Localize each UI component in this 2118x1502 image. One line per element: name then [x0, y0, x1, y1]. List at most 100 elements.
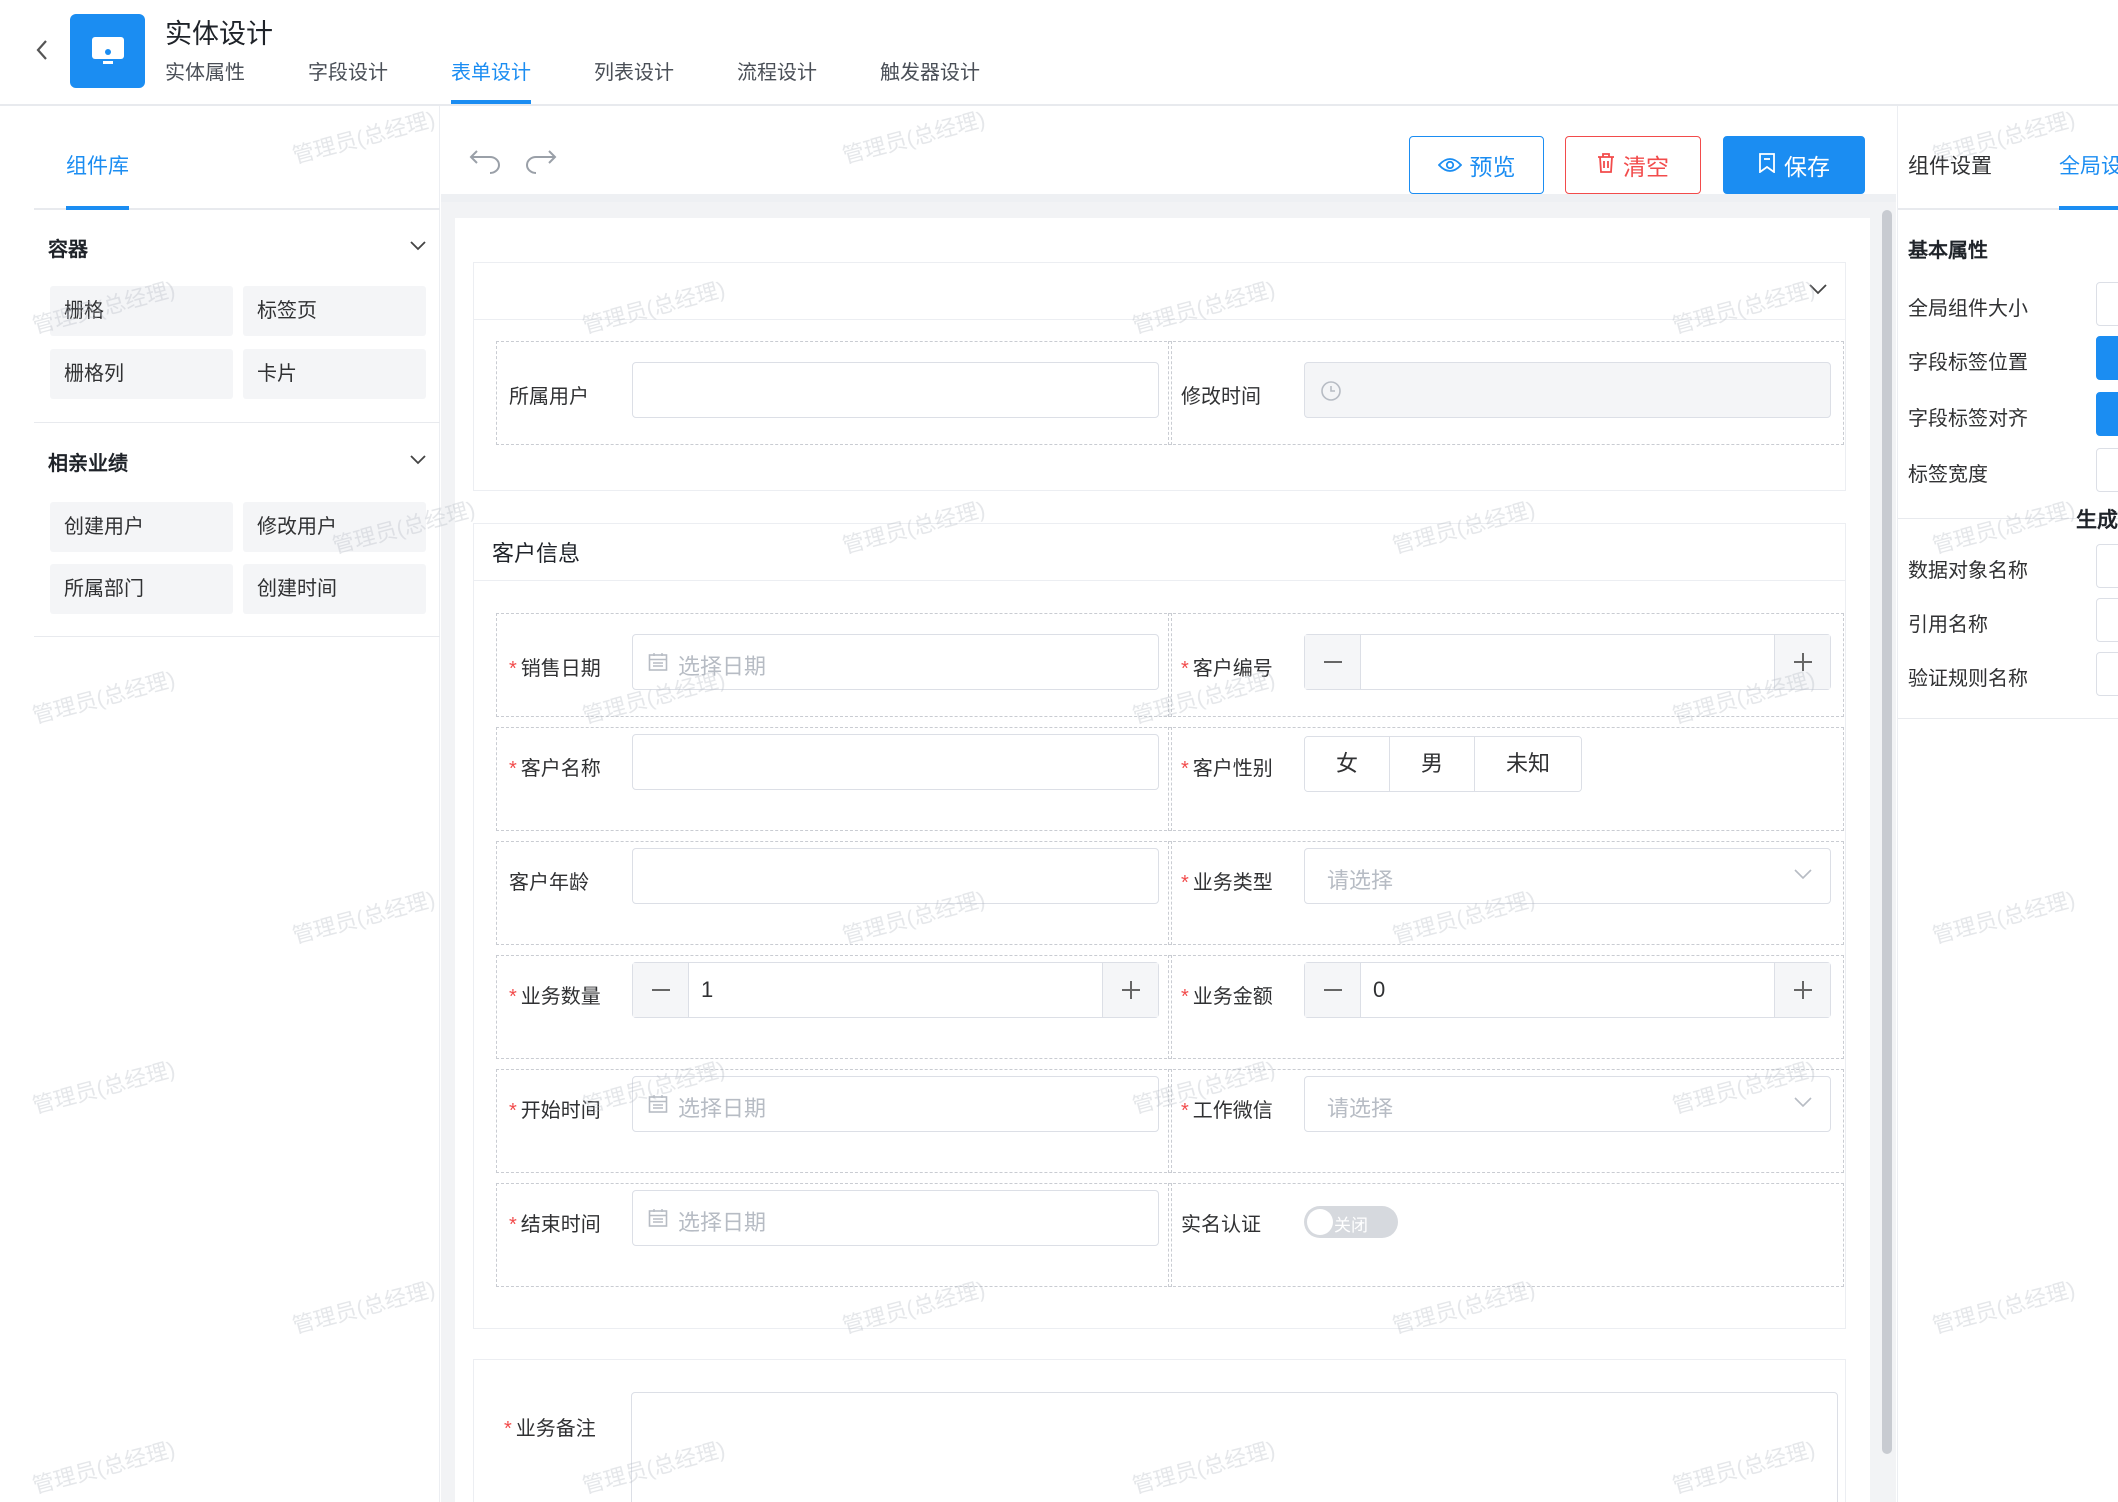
plus-icon[interactable]: [1774, 635, 1830, 689]
field-customer-no[interactable]: * 客户编号: [1168, 613, 1844, 717]
field-label: 实名认证: [1181, 1214, 1261, 1236]
label-width-control[interactable]: [2096, 448, 2118, 492]
field-label-text: 结束时间: [520, 1214, 601, 1236]
minus-icon[interactable]: [1305, 635, 1361, 689]
save-icon: [1758, 152, 1776, 179]
component-card[interactable]: 卡片: [243, 349, 426, 399]
tab-entity-properties[interactable]: 实体属性: [165, 58, 245, 104]
field-label-text: 开始时间: [520, 1100, 601, 1122]
field-label-text: 业务金额: [1192, 986, 1273, 1008]
setting-label: 全局组件大小: [1908, 298, 2028, 320]
plus-icon[interactable]: [1102, 963, 1158, 1017]
field-business-qty[interactable]: * 业务数量 1: [496, 955, 1172, 1059]
field-sales-date[interactable]: * 销售日期 选择日期: [496, 613, 1172, 717]
form-canvas-area: 所属用户 修改时间 客户信息 * 销售日期 选择日期 * 客户编号 * 客户名称…: [455, 218, 1870, 1502]
preview-button[interactable]: 预览: [1409, 136, 1544, 194]
field-label: * 客户性别: [1181, 758, 1273, 780]
group-header-dating-performance[interactable]: 相亲业绩: [34, 426, 440, 496]
page-title: 实体设计: [165, 19, 273, 49]
field-realname-auth[interactable]: 实名认证 关闭: [1168, 1183, 1844, 1287]
customer-name-input[interactable]: [632, 734, 1159, 790]
business-amount-stepper[interactable]: 0: [1304, 962, 1831, 1018]
component-library-panel: 组件库 容器 栅格 标签页 栅格列 卡片 相亲业绩 创建用户 修改用户 所属部门…: [0, 106, 440, 1502]
designer-tabs: 实体属性 字段设计 表单设计 列表设计 流程设计 触发器设计: [165, 58, 1043, 106]
customer-no-stepper[interactable]: [1304, 634, 1831, 690]
field-customer-name[interactable]: * 客户名称: [496, 727, 1172, 831]
redo-icon[interactable]: [523, 146, 559, 176]
tab-component-settings[interactable]: 组件设置: [1908, 150, 1992, 206]
stepper-value: 1: [701, 977, 714, 1002]
tab-component-library[interactable]: 组件库: [66, 150, 129, 210]
calendar-icon: [648, 652, 668, 677]
collapse-section: 所属用户 修改时间: [473, 262, 1846, 491]
business-type-select[interactable]: 请选择: [1304, 848, 1831, 904]
customer-info-section: 客户信息 * 销售日期 选择日期 * 客户编号 * 客户名称 * 客户性别 女 …: [473, 523, 1846, 1329]
tab-trigger-design[interactable]: 触发器设计: [880, 58, 980, 104]
component-modify-user[interactable]: 修改用户: [243, 502, 426, 552]
minus-icon[interactable]: [633, 963, 689, 1017]
chevron-down-icon: [1794, 1095, 1812, 1113]
validation-rule-name-input[interactable]: [2096, 652, 2118, 696]
field-modify-time[interactable]: 修改时间: [1168, 341, 1844, 445]
data-object-name-input[interactable]: [2096, 544, 2118, 588]
field-business-type[interactable]: * 业务类型 请选择: [1168, 841, 1844, 945]
work-wechat-select[interactable]: 请选择: [1304, 1076, 1831, 1132]
chevron-down-icon[interactable]: [1809, 282, 1827, 300]
business-notes-textarea[interactable]: [631, 1392, 1838, 1502]
field-customer-gender[interactable]: * 客户性别 女 男 未知: [1168, 727, 1844, 831]
canvas-scrollbar[interactable]: [1882, 210, 1892, 1454]
gender-option-male[interactable]: 男: [1390, 737, 1476, 791]
component-tabs[interactable]: 标签页: [243, 286, 426, 336]
group-title: 容器: [48, 238, 88, 261]
group-header-container[interactable]: 容器: [34, 212, 440, 282]
placeholder: 选择日期: [678, 654, 767, 679]
gender-option-female[interactable]: 女: [1305, 737, 1391, 791]
plus-icon[interactable]: [1774, 963, 1830, 1017]
field-start-time[interactable]: * 开始时间 选择日期: [496, 1069, 1172, 1173]
label-align-control[interactable]: [2096, 392, 2118, 436]
field-customer-age[interactable]: 客户年龄: [496, 841, 1172, 945]
field-label: * 业务类型: [1181, 872, 1273, 894]
field-label-text: 业务备注: [515, 1418, 596, 1440]
undo-icon[interactable]: [467, 146, 503, 176]
gender-option-unknown[interactable]: 未知: [1475, 737, 1582, 791]
component-grid-column[interactable]: 栅格列: [50, 349, 233, 399]
component-create-time[interactable]: 创建时间: [243, 564, 426, 614]
tab-form-design[interactable]: 表单设计: [451, 58, 531, 104]
realname-auth-switch[interactable]: 关闭: [1304, 1206, 1398, 1238]
customer-age-input[interactable]: [632, 848, 1159, 904]
tab-list-design[interactable]: 列表设计: [594, 58, 674, 104]
sales-date-picker[interactable]: 选择日期: [632, 634, 1159, 690]
global-size-control[interactable]: [2096, 282, 2118, 326]
owner-user-input[interactable]: [632, 362, 1159, 418]
field-business-amount[interactable]: * 业务金额 0: [1168, 955, 1844, 1059]
setting-label: 验证规则名称: [1908, 668, 2028, 690]
end-time-picker[interactable]: 选择日期: [632, 1190, 1159, 1246]
field-work-wechat[interactable]: * 工作微信 请选择: [1168, 1069, 1844, 1173]
start-time-picker[interactable]: 选择日期: [632, 1076, 1159, 1132]
form-designer-canvas: 预览 清空 保存 所属用户 修改时间 客户信息 * 销售日期 选择日期 * 客户…: [441, 106, 1896, 1502]
field-end-time[interactable]: * 结束时间 选择日期: [496, 1183, 1172, 1287]
minus-icon[interactable]: [1305, 963, 1361, 1017]
field-owner-user[interactable]: 所属用户: [496, 341, 1172, 445]
settings-tab-bar: 组件设置 全局设: [1898, 106, 2118, 210]
field-label-text: 客户名称: [520, 758, 601, 780]
component-department[interactable]: 所属部门: [50, 564, 233, 614]
collapse-section-header[interactable]: [474, 263, 1845, 320]
clear-button[interactable]: 清空: [1565, 136, 1701, 194]
component-grid[interactable]: 栅格: [50, 286, 233, 336]
save-button[interactable]: 保存: [1723, 136, 1865, 194]
business-qty-stepper[interactable]: 1: [632, 962, 1159, 1018]
ref-name-input[interactable]: [2096, 598, 2118, 642]
tab-flow-design[interactable]: 流程设计: [737, 58, 817, 104]
tab-field-design[interactable]: 字段设计: [308, 58, 388, 104]
tab-global-settings[interactable]: 全局设: [2059, 150, 2118, 210]
component-create-user[interactable]: 创建用户: [50, 502, 233, 552]
label-position-control[interactable]: [2096, 336, 2118, 380]
placeholder: 选择日期: [678, 1210, 767, 1235]
stepper-value: 0: [1373, 977, 1386, 1002]
field-label: 客户年龄: [509, 872, 589, 894]
group-title: 相亲业绩: [48, 452, 128, 475]
back-chevron-icon[interactable]: [30, 38, 54, 62]
field-label-text: 业务类型: [1192, 872, 1273, 894]
